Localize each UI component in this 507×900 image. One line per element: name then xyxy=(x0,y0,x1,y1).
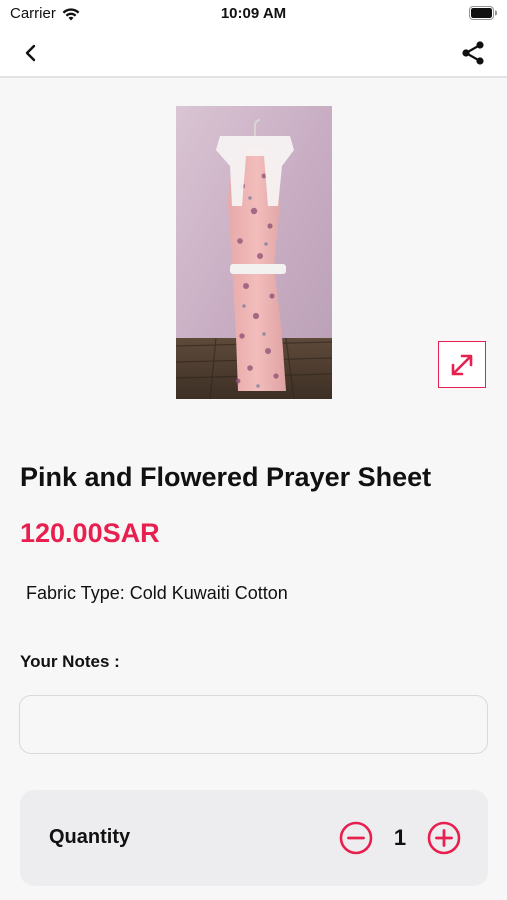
minus-circle-icon[interactable] xyxy=(339,821,373,855)
fabric-type: Fabric Type: Cold Kuwaiti Cotton xyxy=(26,583,288,603)
status-time: 10:09 AM xyxy=(220,5,287,22)
quantity-value: 1 xyxy=(393,825,407,850)
share-button[interactable] xyxy=(459,39,487,67)
product-detail-screen: Carrier 10:09 AM Pink and Flowered Praye… xyxy=(0,0,507,900)
notes-input[interactable] xyxy=(19,695,488,754)
product-image[interactable] xyxy=(176,106,332,399)
quantity-label: Quantity xyxy=(49,826,131,848)
share-icon xyxy=(462,41,484,65)
expand-icon xyxy=(451,354,473,375)
navigation-bar xyxy=(0,28,507,78)
back-button[interactable] xyxy=(18,40,44,66)
expand-image-button[interactable] xyxy=(438,341,486,388)
product-photo xyxy=(176,106,332,399)
product-title: Pink and Flowered Prayer Sheet xyxy=(20,462,432,492)
battery-icon xyxy=(469,6,497,20)
quantity-card: Quantity 1 xyxy=(20,790,488,886)
plus-circle-icon[interactable] xyxy=(427,821,461,855)
chevron-left-icon xyxy=(25,44,36,62)
product-price: 120.00SAR xyxy=(20,518,160,548)
status-bar: Carrier 10:09 AM xyxy=(0,0,507,28)
notes-label: Your Notes : xyxy=(20,652,120,671)
